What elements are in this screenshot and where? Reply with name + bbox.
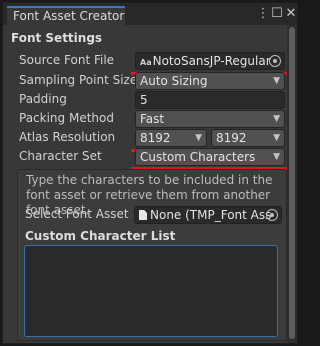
select-font-asset-value: None (TMP_Font Ass [150, 208, 272, 222]
source-font-file-value: NotoSansJP-Regular [152, 54, 271, 68]
atlas-height-dropdown[interactable]: 8192 ▼ [211, 129, 285, 147]
source-font-file-row: Source Font File AaNotoSansJP-Regular [3, 52, 287, 71]
padding-label: Padding [19, 92, 67, 106]
sampling-point-size-value: Auto Sizing [140, 74, 208, 88]
document-icon [139, 210, 147, 220]
section-title: Font Settings [11, 31, 103, 45]
font-asset-creator-window: Font Asset Creator ⋮ ☐ ✕ Font Settings S… [2, 2, 298, 344]
sampling-point-size-row: Sampling Point Size Auto Sizing ▼ [3, 72, 287, 91]
select-font-asset-label: Select Font Asset [25, 207, 129, 221]
vertical-scrollbar[interactable] [287, 25, 297, 343]
chevron-down-icon: ▼ [273, 152, 280, 162]
packing-method-dropdown[interactable]: Fast ▼ [135, 110, 285, 128]
character-set-row: Character Set Custom Characters ▼ [3, 148, 287, 167]
atlas-height-value: 8192 [216, 131, 247, 145]
chevron-down-icon: ▼ [195, 133, 202, 143]
padding-row: Padding 5 [3, 91, 287, 110]
inspector-panel: Font Settings Source Font File AaNotoSan… [3, 25, 297, 343]
sampling-point-size-label: Sampling Point Size [19, 73, 138, 87]
scrollbar-thumb[interactable] [289, 27, 295, 339]
atlas-resolution-row: Atlas Resolution 8192 ▼ 8192 ▼ [3, 129, 287, 148]
padding-input[interactable]: 5 [135, 91, 285, 109]
select-font-asset-row: Select Font Asset None (TMP_Font Ass [18, 206, 286, 225]
character-set-value: Custom Characters [140, 150, 256, 164]
custom-characters-box: Type the characters to be included in th… [17, 169, 287, 341]
custom-character-list-textarea[interactable] [24, 245, 278, 337]
packing-method-row: Packing Method Fast ▼ [3, 110, 287, 129]
window-tab[interactable]: Font Asset Creator [7, 6, 125, 25]
source-font-file-field[interactable]: AaNotoSansJP-Regular [135, 52, 285, 70]
character-set-dropdown[interactable]: Custom Characters ▼ [135, 148, 285, 166]
padding-value: 5 [140, 93, 148, 107]
close-icon[interactable]: ✕ [283, 6, 299, 22]
select-font-asset-field[interactable]: None (TMP_Font Ass [134, 206, 282, 224]
packing-method-label: Packing Method [19, 111, 114, 125]
font-asset-icon: Aa [140, 58, 152, 67]
chevron-down-icon: ▼ [273, 114, 280, 124]
packing-method-value: Fast [140, 112, 165, 126]
atlas-resolution-label: Atlas Resolution [19, 130, 116, 144]
source-font-file-label: Source Font File [19, 53, 115, 67]
custom-character-list-title: Custom Character List [25, 229, 176, 243]
chevron-down-icon: ▼ [273, 76, 280, 86]
character-set-label: Character Set [19, 149, 102, 163]
object-picker-icon[interactable] [269, 55, 281, 67]
atlas-width-dropdown[interactable]: 8192 ▼ [135, 129, 207, 147]
atlas-width-value: 8192 [140, 131, 171, 145]
title-bar: Font Asset Creator ⋮ ☐ ✕ [3, 3, 297, 25]
object-picker-icon[interactable] [266, 209, 278, 221]
chevron-down-icon: ▼ [273, 133, 280, 143]
sampling-point-size-dropdown[interactable]: Auto Sizing ▼ [135, 72, 285, 90]
